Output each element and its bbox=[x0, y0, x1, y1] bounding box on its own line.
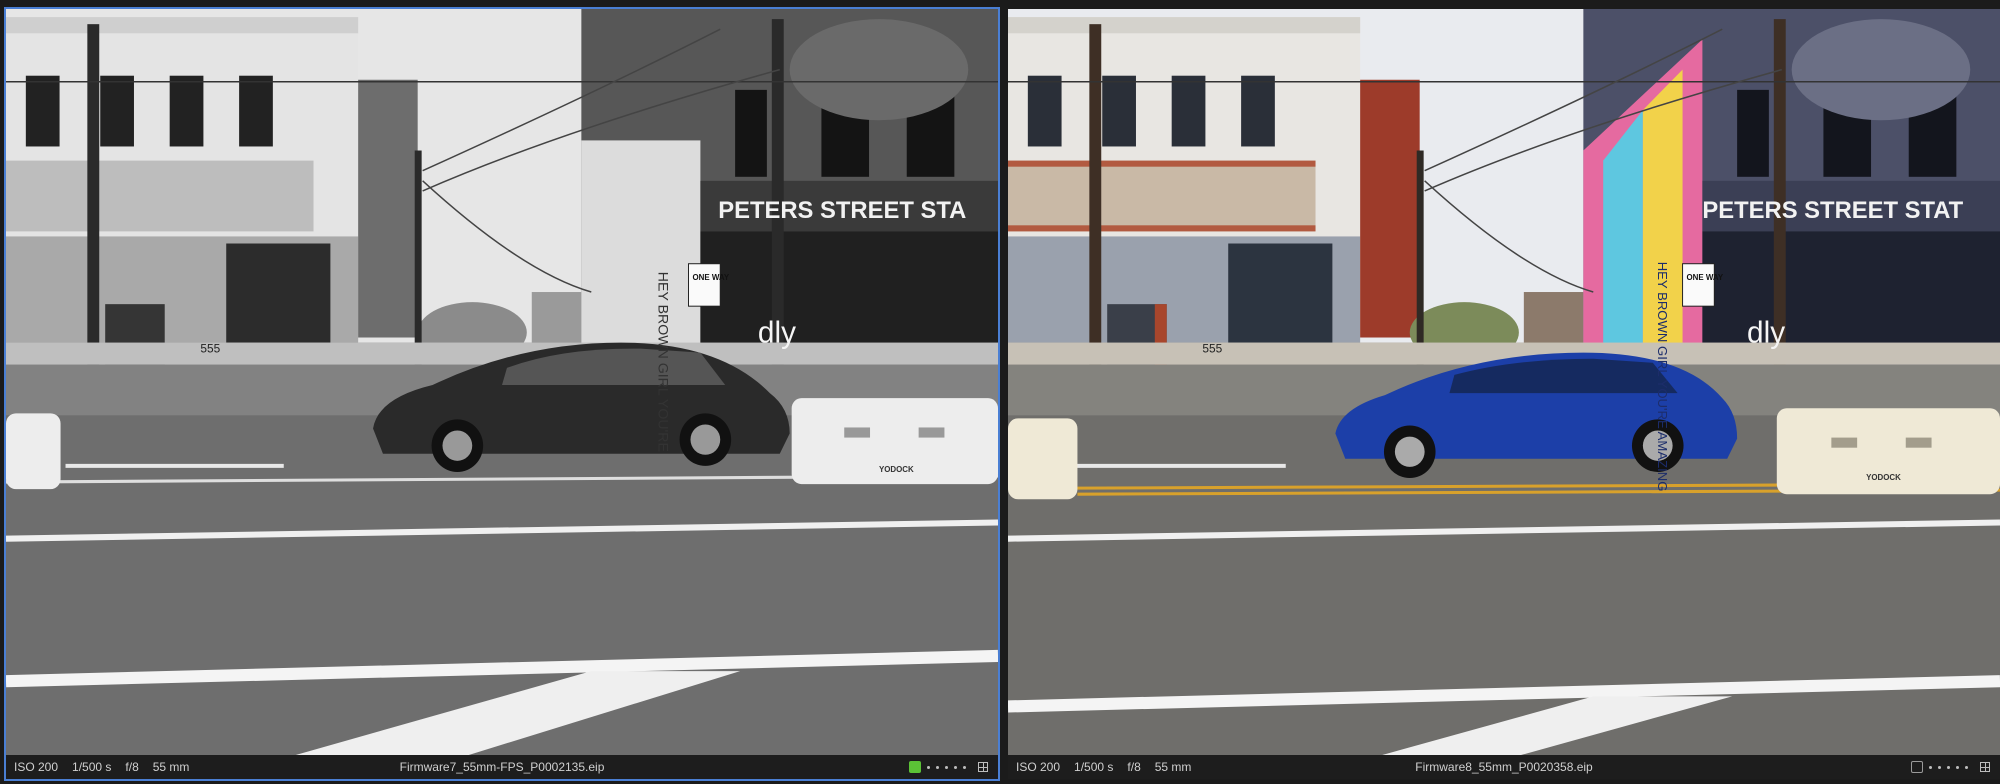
barrier-brand-text: YODOCK bbox=[879, 465, 914, 474]
address-number: 555 bbox=[1202, 342, 1222, 356]
compare-pane-right[interactable]: PETERS STREET STAT HEY BROWN GIRL YOU'RE… bbox=[1006, 7, 2000, 781]
color-label-empty-icon[interactable] bbox=[1911, 761, 1923, 773]
one-way-sign: ONE WAY bbox=[1687, 273, 1724, 282]
filename-left: Firmware7_55mm-FPS_P0002135.eip bbox=[399, 760, 605, 774]
mural-text: HEY BROWN GIRL YOU'RE bbox=[656, 272, 672, 452]
rating-star-1-icon[interactable] bbox=[927, 765, 930, 769]
address-number: 555 bbox=[200, 342, 220, 356]
storefront-sign-text: PETERS STREET STA bbox=[718, 197, 966, 224]
rating-star-2-icon[interactable] bbox=[1938, 765, 1941, 769]
photo-left[interactable]: PETERS STREET STA HEY BROWN GIRL YOU'RE … bbox=[6, 9, 998, 757]
rating-star-1-icon[interactable] bbox=[1929, 765, 1932, 769]
rating-controls-right bbox=[1911, 755, 1990, 779]
store-logo: dly bbox=[1747, 316, 1785, 349]
one-way-sign: ONE WAY bbox=[692, 273, 729, 282]
rating-star-5-icon[interactable] bbox=[1965, 765, 1968, 769]
grid-icon[interactable] bbox=[978, 762, 988, 772]
store-logo: dly bbox=[758, 316, 796, 349]
barrier-brand-text: YODOCK bbox=[1866, 473, 1901, 482]
storefront-sign-text: PETERS STREET STAT bbox=[1702, 197, 1963, 224]
rating-star-3-icon[interactable] bbox=[1947, 765, 1950, 769]
compare-pane-left[interactable]: PETERS STREET STA HEY BROWN GIRL YOU'RE … bbox=[4, 7, 1000, 781]
mural-text: HEY BROWN GIRL YOU'RE AMAZING bbox=[1655, 262, 1670, 492]
street-photo-mono: PETERS STREET STA HEY BROWN GIRL YOU'RE … bbox=[6, 9, 998, 757]
info-bar-left: ISO 200 1/500 s f/8 55 mm Firmware7_55mm-FP… bbox=[6, 755, 998, 779]
filename-right: Firmware8_55mm_P0020358.eip bbox=[1415, 760, 1593, 774]
rating-star-3-icon[interactable] bbox=[945, 765, 948, 769]
street-photo-color: PETERS STREET STAT HEY BROWN GIRL YOU'RE… bbox=[1008, 9, 2000, 757]
rating-controls-left bbox=[909, 755, 988, 779]
compare-viewer: PETERS STREET STA HEY BROWN GIRL YOU'RE … bbox=[0, 0, 2000, 784]
photo-right[interactable]: PETERS STREET STAT HEY BROWN GIRL YOU'RE… bbox=[1008, 9, 2000, 757]
info-bar-right: ISO 200 1/500 s f/8 55 mm Firmware8_55mm_P0… bbox=[1008, 755, 2000, 779]
rating-star-2-icon[interactable] bbox=[936, 765, 939, 769]
grid-icon[interactable] bbox=[1980, 762, 1990, 772]
rating-star-4-icon[interactable] bbox=[954, 765, 957, 769]
rating-star-4-icon[interactable] bbox=[1956, 765, 1959, 769]
color-label-green-icon[interactable] bbox=[909, 761, 921, 773]
rating-star-5-icon[interactable] bbox=[963, 765, 966, 769]
